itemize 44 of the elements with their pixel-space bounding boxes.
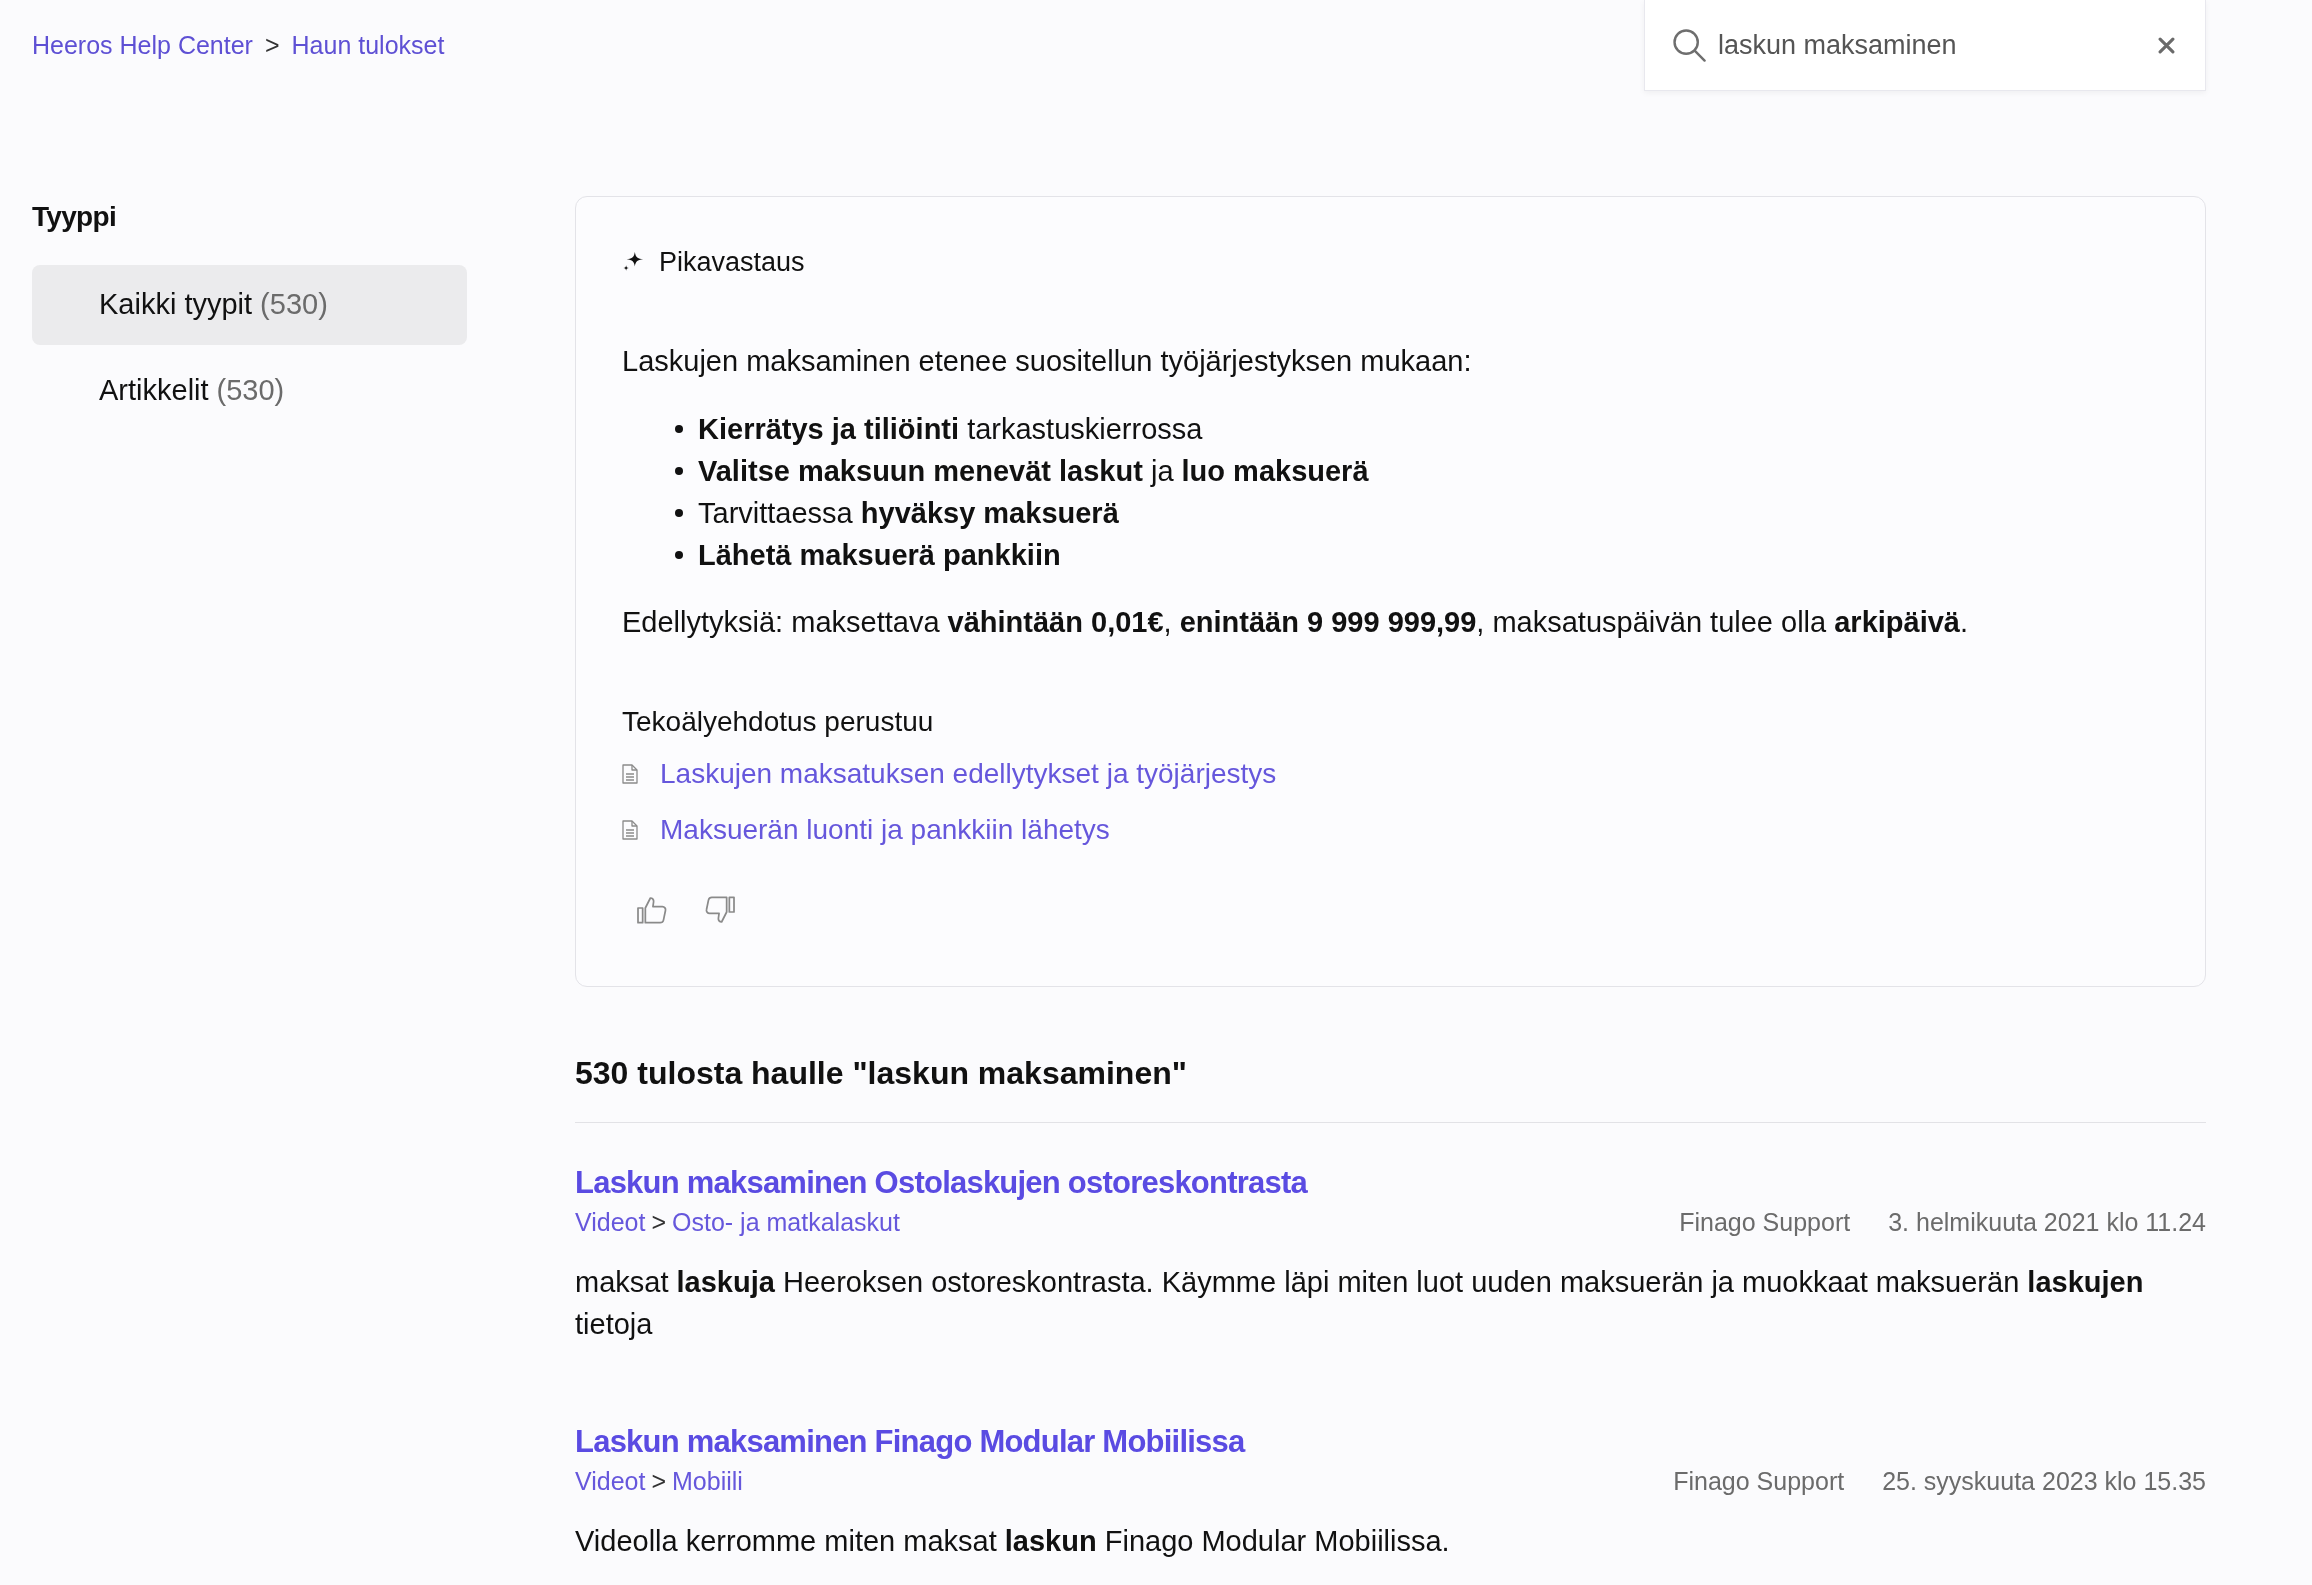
search-icon [1672, 28, 1706, 62]
category-link[interactable]: Mobiili [672, 1463, 743, 1501]
category-link[interactable]: Videot [575, 1463, 646, 1501]
sparkle-icon [622, 251, 644, 273]
card-title: Pikavastaus [659, 246, 805, 278]
search-input[interactable]: laskun maksaminen [1718, 24, 2158, 66]
document-icon [622, 820, 638, 840]
sources-label: Tekoälyehdotus perustuu [622, 705, 934, 739]
bullet-icon [675, 509, 683, 517]
result-title[interactable]: Laskun maksaminen Finago Modular Mobiilissa [575, 1422, 1245, 1462]
result-title[interactable]: Laskun maksaminen Ostolaskujen ostoreskontrasta [575, 1163, 1307, 1203]
source-link[interactable]: Maksuerän luonti ja pankkiin lähetys [622, 812, 1110, 848]
result-snippet: Videolla kerromme miten maksat laskun Finago Modular Mobiilissa. [575, 1524, 1451, 1559]
source-link[interactable]: Laskujen maksatuksen edellytykset ja työjärjestys [622, 756, 1277, 792]
category-link[interactable]: Videot [575, 1204, 646, 1242]
intro-text: Laskujen maksaminen etenee suositellun työjärjestyksen mukaan: [622, 344, 1472, 379]
path-separator: > [651, 1466, 667, 1498]
results-heading: 530 tulosta haulle "laskun maksaminen" [575, 1054, 1187, 1093]
thumbs-down-icon[interactable] [704, 894, 736, 926]
date-text: 25. syyskuuta 2023 klo 15.35 [1882, 1466, 2206, 1498]
thumbs-up-icon[interactable] [636, 894, 668, 926]
list-item-text: Valitse maksuun menevät laskut ja luo maksuerä [698, 454, 1369, 489]
filter-heading: Tyyppi [32, 200, 116, 234]
filter-option[interactable]: Kaikki tyypit (530) [32, 265, 467, 345]
list-item-text: Lähetä maksuerä pankkiin [698, 538, 1061, 573]
list-item-text: Kierrätys ja tiliöinti tarkastuskierrossa [698, 412, 1203, 447]
breadcrumb-link[interactable]: Haun tulokset [291, 26, 445, 65]
breadcrumb-link[interactable]: Heeros Help Center [32, 26, 253, 65]
category-link[interactable]: Osto- ja matkalaskut [672, 1204, 900, 1242]
bullet-icon [675, 551, 683, 559]
bullet-icon [675, 425, 683, 433]
path-separator: > [651, 1207, 667, 1239]
filter-option[interactable]: Artikkelit (530) [32, 351, 467, 431]
search-field[interactable]: laskun maksaminen [1644, 0, 2206, 91]
author-text: Finago Support [1673, 1466, 1845, 1498]
bullet-icon [675, 467, 683, 475]
document-icon [622, 764, 638, 784]
list-item-text: Tarvittaessa hyväksy maksuerä [698, 496, 1119, 531]
author-text: Finago Support [1679, 1207, 1851, 1239]
close-icon[interactable] [2158, 36, 2175, 54]
breadcrumb-separator: > [264, 29, 280, 61]
date-text: 3. helmikuuta 2021 klo 11.24 [1888, 1207, 2206, 1239]
conditions-text: Edellytyksiä: maksettava vähintään 0,01€, enintään 9 999 999,99, maksatuspäivän tulee olla arkipäivä. [622, 605, 1969, 640]
result-snippet: maksat laskuja Heeroksen ostoreskontrasta. Käymme läpi miten luot uuden maksuerän ja muokkaat maksuerän laskujen tietoja [575, 1265, 2145, 1342]
